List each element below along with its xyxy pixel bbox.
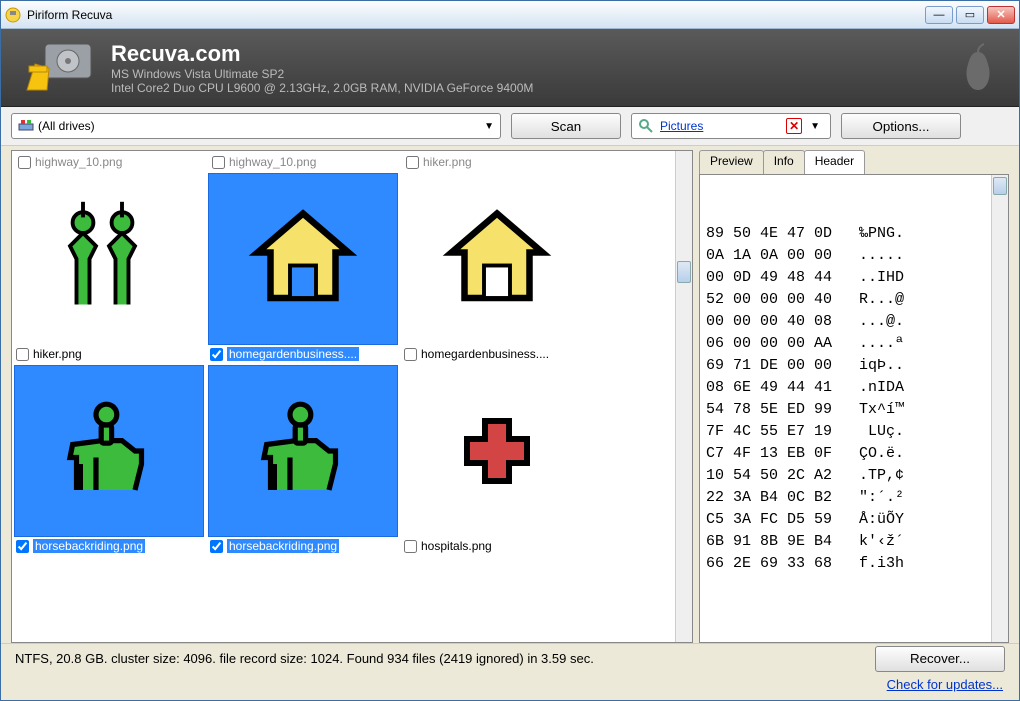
file-checkbox[interactable] (18, 156, 31, 169)
file-checkbox[interactable] (212, 156, 225, 169)
status-bar: NTFS, 20.8 GB. cluster size: 4096. file … (1, 643, 1019, 673)
thumbnail (402, 365, 592, 537)
file-checkbox[interactable] (406, 156, 419, 169)
filter-selector[interactable]: Pictures ✕ ▼ (631, 113, 831, 139)
tab-preview[interactable]: Preview (699, 150, 764, 174)
thumbnail (208, 365, 398, 537)
app-icon (5, 7, 21, 23)
file-item[interactable]: homegardenbusiness.... (402, 173, 592, 361)
hw-info: Intel Core2 Duo CPU L9600 @ 2.13GHz, 2.0… (111, 81, 955, 95)
file-item[interactable]: hiker.png (14, 173, 204, 361)
thumbnail (402, 173, 592, 345)
file-item[interactable]: horsebackriding.png (14, 365, 204, 553)
close-button[interactable]: ✕ (987, 6, 1015, 24)
file-item[interactable]: horsebackriding.png (208, 365, 398, 553)
pear-icon (955, 40, 1001, 96)
drives-icon (18, 118, 34, 134)
clear-filter-icon[interactable]: ✕ (786, 118, 802, 134)
file-checkbox[interactable] (210, 540, 223, 553)
recover-button[interactable]: Recover... (875, 646, 1005, 672)
vertical-scrollbar[interactable] (991, 175, 1008, 642)
app-window: Piriform Recuva — ▭ ✕ Recuva.com MS Wind… (0, 0, 1020, 701)
file-checkbox[interactable] (404, 348, 417, 361)
file-name: hiker.png (423, 155, 472, 169)
drive-label: (All drives) (38, 119, 95, 133)
file-list-pane: highway_10.png highway_10.png hiker.png … (11, 150, 693, 643)
scroll-thumb[interactable] (993, 177, 1007, 195)
os-info: MS Windows Vista Ultimate SP2 (111, 67, 955, 81)
filter-label: Pictures (660, 119, 782, 133)
file-name: horsebackriding.png (227, 539, 339, 553)
file-name: highway_10.png (229, 155, 316, 169)
options-button[interactable]: Options... (841, 113, 961, 139)
updates-area: Check for updates... (1, 673, 1019, 700)
status-text: NTFS, 20.8 GB. cluster size: 4096. file … (15, 651, 594, 666)
brand-name: Recuva.com (111, 41, 955, 67)
thumbnail (208, 173, 398, 345)
titlebar: Piriform Recuva — ▭ ✕ (1, 1, 1019, 29)
scroll-thumb[interactable] (677, 261, 691, 283)
file-name: hospitals.png (421, 539, 492, 553)
file-name: hiker.png (33, 347, 82, 361)
tab-header[interactable]: Header (804, 150, 865, 174)
file-checkbox[interactable] (210, 348, 223, 361)
file-checkbox[interactable] (404, 540, 417, 553)
partial-row: highway_10.png highway_10.png hiker.png (14, 153, 673, 171)
vertical-scrollbar[interactable] (675, 151, 692, 642)
chevron-down-icon[interactable]: ▼ (810, 121, 820, 132)
file-item[interactable]: homegardenbusiness.... (208, 173, 398, 361)
drive-selector[interactable]: (All drives) ▼ (11, 113, 501, 139)
file-checkbox[interactable] (16, 348, 29, 361)
minimize-button[interactable]: — (925, 6, 953, 24)
chevron-down-icon: ▼ (484, 121, 494, 132)
file-name: homegardenbusiness.... (227, 347, 359, 361)
file-item[interactable]: hospitals.png (402, 365, 592, 553)
thumbnail-grid[interactable]: highway_10.png highway_10.png hiker.png … (12, 151, 675, 642)
file-name: highway_10.png (35, 155, 122, 169)
check-updates-link[interactable]: Check for updates... (887, 677, 1003, 692)
content-area: highway_10.png highway_10.png hiker.png … (1, 146, 1019, 643)
toolbar: (All drives) ▼ Scan Pictures ✕ ▼ Options… (1, 107, 1019, 146)
banner: Recuva.com MS Windows Vista Ultimate SP2… (1, 29, 1019, 107)
file-checkbox[interactable] (16, 540, 29, 553)
thumbnail (14, 173, 204, 345)
file-name: homegardenbusiness.... (421, 347, 549, 361)
window-title: Piriform Recuva (27, 8, 925, 22)
tab-info[interactable]: Info (763, 150, 805, 174)
search-icon (638, 118, 654, 134)
details-pane: Preview Info Header 89 50 4E 47 0D ‰PNG.… (699, 150, 1009, 643)
maximize-button[interactable]: ▭ (956, 6, 984, 24)
scan-button[interactable]: Scan (511, 113, 621, 139)
file-name: horsebackriding.png (33, 539, 145, 553)
hex-viewer[interactable]: 89 50 4E 47 0D ‰PNG. 0A 1A 0A 00 00 ....… (699, 174, 1009, 643)
thumbnail (14, 365, 204, 537)
brand-logo (19, 38, 99, 98)
details-tabs: Preview Info Header (699, 150, 1009, 174)
